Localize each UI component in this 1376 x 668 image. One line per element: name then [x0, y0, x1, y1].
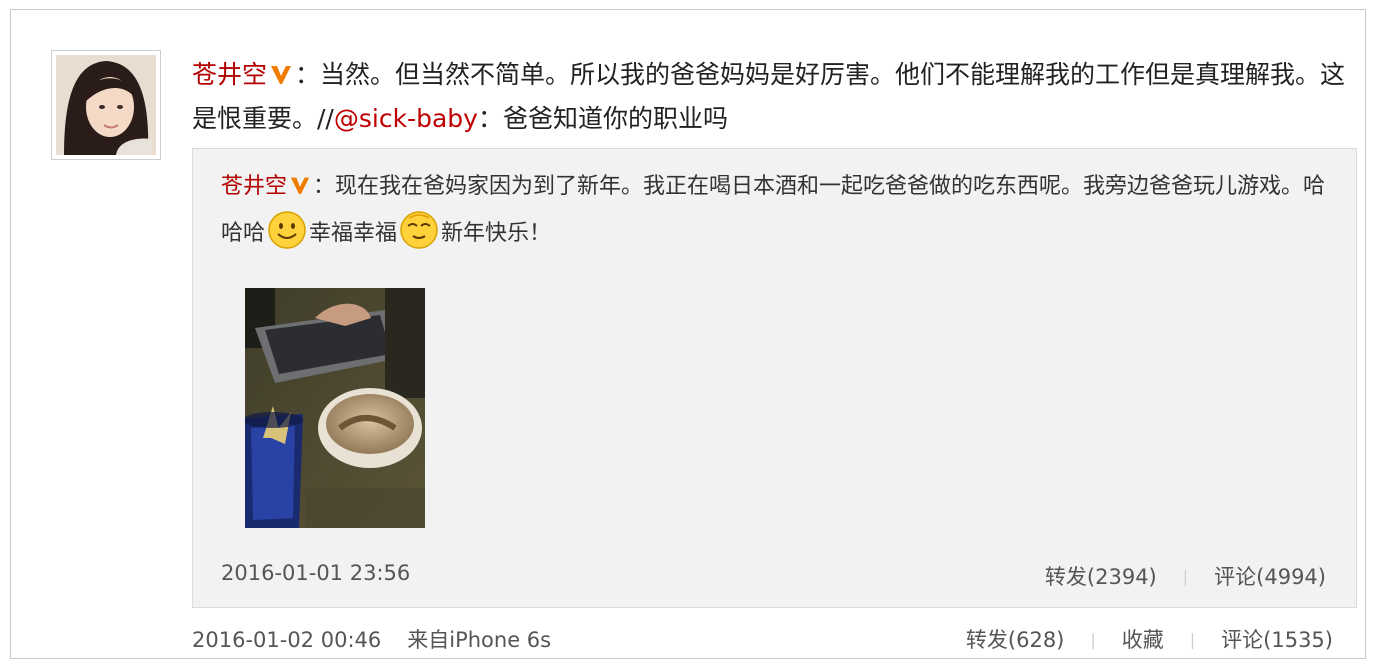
smile-emoji-icon	[267, 210, 307, 264]
quoted-actions: 转发(2394) | 评论(4994)	[1045, 561, 1326, 591]
post-meta: 2016-01-02 00:46 来自iPhone 6s	[192, 624, 551, 654]
post-text: 苍井空 ：当然。但当然不简单。所以我的爸爸妈妈是好厉害。他们不能理解我的工作但是真…	[192, 54, 1357, 139]
quoted-body-2: 幸福幸福	[309, 221, 398, 246]
separator: |	[1182, 567, 1189, 586]
post-actions: 转发(628) | 收藏 | 评论(1535)	[966, 624, 1333, 654]
comment-button[interactable]: 评论(1535)	[1221, 628, 1333, 652]
mention-text: ：爸爸知道你的职业吗	[477, 104, 728, 133]
avatar[interactable]	[51, 50, 161, 160]
separator: |	[1090, 630, 1096, 649]
quoted-body-3: 新年快乐！	[441, 221, 552, 246]
post-colon: ：	[295, 60, 321, 89]
post-photo[interactable]	[243, 288, 425, 528]
quoted-comment-button[interactable]: 评论(4994)	[1214, 565, 1326, 589]
author-name[interactable]: 苍井空	[192, 60, 267, 89]
post-source[interactable]: 来自iPhone 6s	[407, 628, 551, 652]
quoted-author-name[interactable]: 苍井空	[221, 174, 287, 199]
quoted-timestamp[interactable]: 2016-01-01 23:56	[221, 561, 410, 585]
quoted-colon: ：	[313, 174, 336, 199]
repost-button[interactable]: 转发(628)	[966, 628, 1064, 652]
mention-link[interactable]: @sick-baby	[334, 104, 478, 133]
weibo-card: 苍井空 ：当然。但当然不简单。所以我的爸爸妈妈是好厉害。他们不能理解我的工作但是真…	[10, 9, 1366, 659]
verified-v-icon[interactable]	[269, 57, 293, 98]
separator: |	[1189, 630, 1196, 649]
favorite-button[interactable]: 收藏	[1122, 628, 1164, 652]
content-emoji-icon	[399, 210, 439, 264]
quoted-text: 苍井空 ：现在我在爸妈家因为到了新年。我正在喝日本酒和一起吃爸爸做的吃东西呢。我旁…	[221, 167, 1331, 264]
verified-v-icon[interactable]	[289, 170, 311, 210]
quoted-post: 苍井空 ：现在我在爸妈家因为到了新年。我正在喝日本酒和一起吃爸爸做的吃东西呢。我旁…	[192, 148, 1357, 608]
avatar-image	[56, 55, 156, 155]
quoted-repost-button[interactable]: 转发(2394)	[1045, 565, 1157, 589]
post-timestamp[interactable]: 2016-01-02 00:46	[192, 628, 381, 652]
